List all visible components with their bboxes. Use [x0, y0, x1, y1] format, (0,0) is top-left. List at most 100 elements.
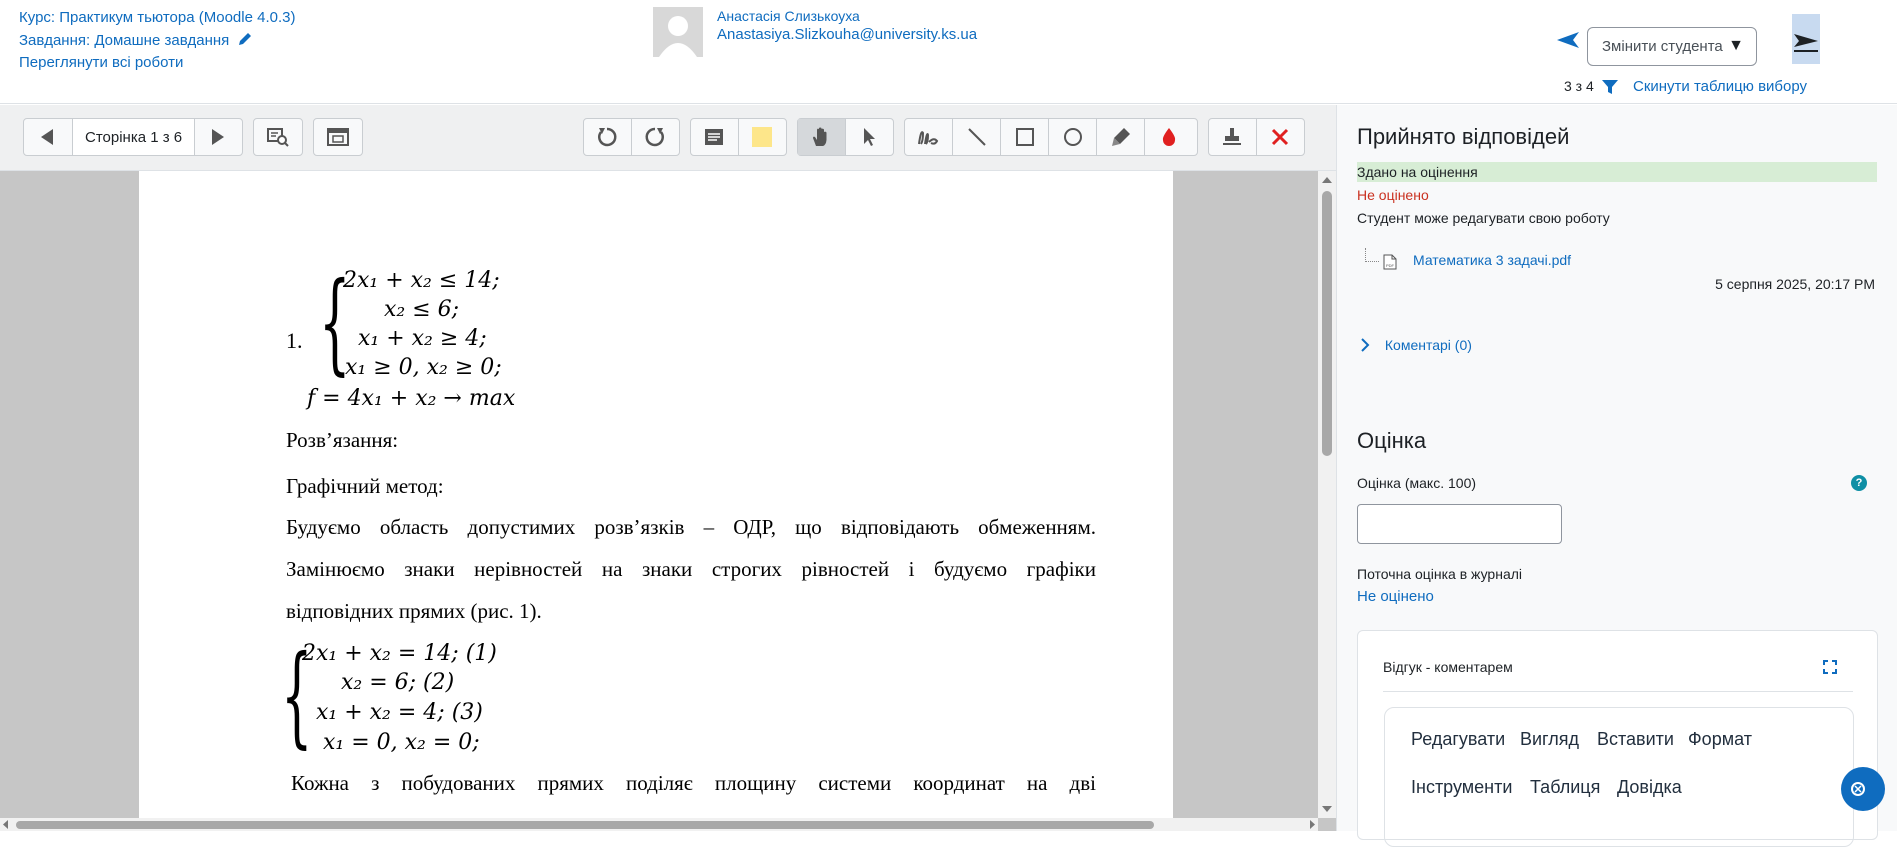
- pdf-viewer[interactable]: 1. { 2x₁ + x₂ ≤ 14; x₂ ≤ 6; x₁ + x₂ ≥ 4;…: [0, 171, 1336, 831]
- change-student-select[interactable]: Змінити студента ▼: [1587, 27, 1757, 66]
- objective-function: f = 4x₁ + x₂ → max: [307, 386, 516, 411]
- edit-permission-status: Студент може редагувати свою роботу: [1357, 210, 1610, 226]
- course-link[interactable]: Курс: Практикум тьютора (Moodle 4.0.3): [19, 9, 295, 26]
- next-page-button[interactable]: [195, 119, 239, 155]
- constraint-1: 2x₁ + x₂ ≤ 14;: [343, 268, 500, 293]
- delete-annotation-button[interactable]: [1257, 119, 1305, 155]
- pdf-horizontal-scrollbar[interactable]: [0, 818, 1318, 831]
- feedback-divider: [1383, 691, 1853, 692]
- line-tool-button[interactable]: [953, 119, 1001, 155]
- pdf-vertical-scrollbar[interactable]: [1318, 171, 1336, 818]
- menu-help[interactable]: Довідка: [1617, 777, 1682, 798]
- fullscreen-icon[interactable]: [1823, 660, 1837, 674]
- page-header: Курс: Практикум тьютора (Moodle 4.0.3) З…: [0, 0, 1897, 104]
- next-student-button[interactable]: [1792, 14, 1820, 64]
- view-all-submissions-link[interactable]: Переглянути всі роботи: [19, 54, 183, 71]
- pan-tool-button[interactable]: [798, 119, 846, 155]
- previous-page-button[interactable]: [24, 119, 73, 155]
- menu-edit[interactable]: Редагувати: [1411, 729, 1505, 750]
- scroll-left-icon[interactable]: [0, 818, 12, 831]
- menu-format[interactable]: Формат: [1688, 729, 1752, 750]
- equation-3: x₁ + x₂ = 4; (3): [316, 700, 483, 725]
- page-select[interactable]: Сторінка 1 з 6: [73, 119, 196, 155]
- vertical-scroll-thumb[interactable]: [1322, 191, 1332, 456]
- menu-view[interactable]: Вигляд: [1520, 729, 1579, 750]
- comments-label: Коментарі (0): [1384, 337, 1472, 353]
- grade-input[interactable]: [1357, 504, 1562, 544]
- comment-group: [690, 118, 787, 156]
- horizontal-scroll-thumb[interactable]: [16, 821, 1154, 829]
- window-expand-icon: [327, 128, 349, 146]
- equation-1: 2x₁ + x₂ = 14; (1): [302, 641, 497, 666]
- menu-tools[interactable]: Інструменти: [1411, 777, 1512, 798]
- color-picker-button[interactable]: [1145, 119, 1193, 155]
- help-icon[interactable]: ?: [1851, 475, 1867, 491]
- paragraph-1: Будуємо область допустимих розв’язків – …: [286, 515, 1096, 539]
- circle-icon: [1063, 128, 1082, 146]
- draw-tools-group: [904, 118, 1198, 156]
- current-grade-link[interactable]: Не оцінено: [1357, 588, 1434, 605]
- previous-student-icon[interactable]: [1556, 30, 1580, 50]
- rotate-left-button[interactable]: [584, 119, 632, 155]
- oval-tool-button[interactable]: [1049, 119, 1097, 155]
- expand-collapse-button[interactable]: [314, 119, 362, 155]
- pdf-page[interactable]: 1. { 2x₁ + x₂ ≤ 14; x₂ ≤ 6; x₁ + x₂ ≥ 4;…: [139, 171, 1173, 818]
- submission-date: 5 серпня 2025, 20:17 PM: [1715, 276, 1875, 292]
- highlight-tool-button[interactable]: [1097, 119, 1145, 155]
- assignment-label: Завдання: Домашне завдання: [19, 32, 230, 49]
- select-tools-group: [797, 118, 894, 156]
- assignment-link[interactable]: Завдання: Домашне завдання: [19, 31, 253, 49]
- add-comment-button[interactable]: [691, 119, 739, 155]
- hand-icon: [813, 127, 827, 146]
- search-comments-button[interactable]: [254, 119, 302, 155]
- paragraph-2-line-1: Замінюємо знаки нерівностей на знаки стр…: [286, 557, 1096, 581]
- search-comments-icon: [267, 128, 289, 147]
- pen-scribble-icon: [917, 131, 938, 145]
- scroll-up-icon[interactable]: [1318, 173, 1336, 187]
- file-tree-connector: [1365, 248, 1379, 262]
- constraint-3: x₁ + x₂ ≥ 4;: [358, 326, 487, 351]
- constraint-2: x₂ ≤ 6;: [384, 297, 460, 322]
- submission-status-badge: Здано на оцінення: [1357, 162, 1877, 182]
- close-icon: [1851, 782, 1865, 796]
- submission-file-link[interactable]: Математика 3 задачі.pdf: [1413, 252, 1571, 268]
- avatar[interactable]: [653, 7, 703, 57]
- filter-icon[interactable]: [1602, 80, 1618, 94]
- pen-tool-button[interactable]: [905, 119, 953, 155]
- grade-section-title: Оцінка: [1357, 428, 1427, 453]
- comments-toggle[interactable]: Коментарі (0): [1359, 337, 1472, 353]
- menu-insert[interactable]: Вставити: [1597, 729, 1674, 750]
- select-tool-button[interactable]: [846, 119, 894, 155]
- rectangle-icon: [1015, 128, 1034, 146]
- ink-drop-icon: [1162, 128, 1176, 146]
- equation-4: x₁ = 0, x₂ = 0;: [323, 730, 480, 755]
- feedback-editor[interactable]: Редагувати Вигляд Вставити Формат Інстру…: [1384, 707, 1854, 847]
- floating-action-button[interactable]: [1841, 767, 1885, 811]
- current-grade-label: Поточна оцінка в журналі: [1357, 566, 1523, 582]
- line-icon: [967, 128, 986, 146]
- expand-group: [313, 118, 363, 156]
- stamp-icon: [1223, 128, 1242, 145]
- page-navigation: Сторінка 1 з 6: [23, 118, 243, 156]
- stamp-delete-group: [1208, 118, 1305, 156]
- scroll-down-icon[interactable]: [1318, 802, 1336, 816]
- grading-panel: Прийнято відповідей Здано на оцінення Не…: [1336, 105, 1897, 847]
- problem-number: 1.: [286, 328, 303, 353]
- grade-label: Оцінка (макс. 100): [1357, 475, 1477, 491]
- reset-filter-link[interactable]: Скинути таблицю вибору: [1633, 78, 1807, 95]
- stamp-tool-button[interactable]: [1209, 119, 1257, 155]
- chevron-right-icon: [1361, 338, 1370, 352]
- rotate-right-button[interactable]: [632, 119, 680, 155]
- comment-color-button[interactable]: [739, 119, 787, 155]
- scroll-right-icon[interactable]: [1306, 818, 1318, 831]
- constraint-4: x₁ ≥ 0, x₂ ≥ 0;: [345, 355, 502, 380]
- student-name[interactable]: Анастасія Слизькоуха: [717, 8, 860, 24]
- method-heading: Графічний метод:: [286, 474, 444, 498]
- rectangle-tool-button[interactable]: [1001, 119, 1049, 155]
- student-count: 3 з 4: [1564, 78, 1594, 94]
- feedback-comments-section: Відгук - коментарем Редагувати Вигляд Вс…: [1357, 630, 1878, 847]
- comment-icon: [705, 129, 724, 145]
- menu-table[interactable]: Таблиця: [1530, 777, 1600, 798]
- student-email[interactable]: Anastasiya.Slizkouha@university.ks.ua: [717, 26, 977, 43]
- svg-text:PDF: PDF: [1386, 263, 1395, 268]
